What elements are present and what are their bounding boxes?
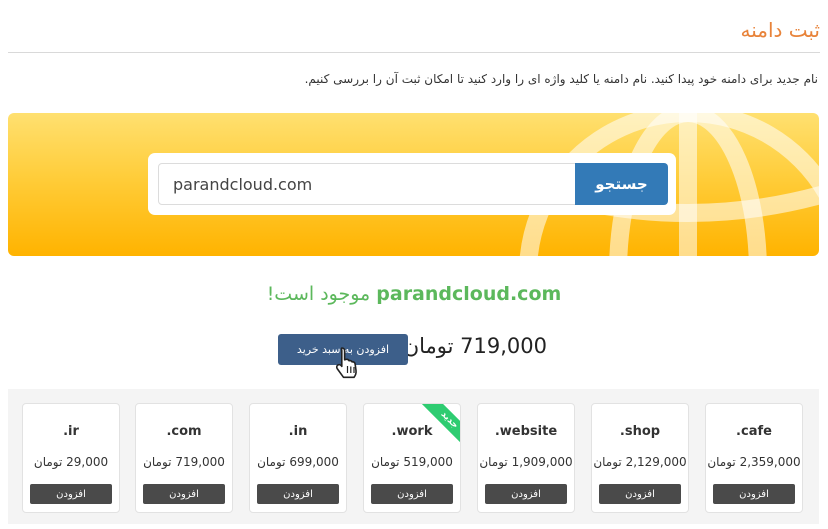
tld-name: .work xyxy=(391,424,433,439)
intro-text: نام جدید برای دامنه خود پیدا کنید. نام د… xyxy=(304,72,818,86)
tld-price: 1,909,000 تومان xyxy=(479,455,573,469)
tld-price: 29,000 تومان xyxy=(33,455,109,469)
tld-card-com: .com 719,000 تومان افزودن xyxy=(135,403,233,513)
tld-add-button-ir[interactable]: افزودن xyxy=(30,484,112,504)
domain-price: 719,000 تومان xyxy=(403,334,547,358)
tld-card-shop: .shop 2,129,000 تومان افزودن xyxy=(591,403,689,513)
tld-card-work: جدید .work 519,000 تومان افزودن xyxy=(363,403,461,513)
search-box: جستجو xyxy=(148,153,676,215)
tld-name: .website xyxy=(494,424,558,439)
tld-card-in: .in 699,000 تومان افزودن xyxy=(249,403,347,513)
page-title: ثبت دامنه xyxy=(740,18,820,42)
tld-price: 2,129,000 تومان xyxy=(593,455,687,469)
tld-name: .shop xyxy=(619,424,661,439)
tld-price: 699,000 تومان xyxy=(257,455,339,469)
search-button[interactable]: جستجو xyxy=(575,163,668,205)
tld-name: .ir xyxy=(63,424,79,439)
tld-add-button-cafe[interactable]: افزودن xyxy=(713,484,795,504)
tld-card-ir: .ir 29,000 تومان افزودن xyxy=(22,403,120,513)
tld-name: .com xyxy=(166,424,202,439)
tld-add-button-com[interactable]: افزودن xyxy=(143,484,225,504)
hand-pointer-icon xyxy=(335,347,357,379)
tld-name: .cafe xyxy=(736,424,772,439)
tld-name: .in xyxy=(288,424,308,439)
tld-card-website: .website 1,909,000 تومان افزودن xyxy=(477,403,575,513)
tld-price: 719,000 تومان xyxy=(143,455,225,469)
tld-price: 519,000 تومان xyxy=(371,455,453,469)
tld-add-button-website[interactable]: افزودن xyxy=(485,484,567,504)
tld-add-button-in[interactable]: افزودن xyxy=(257,484,339,504)
search-banner: جستجو xyxy=(8,113,819,256)
title-divider xyxy=(8,52,820,53)
available-domain: parandcloud.com xyxy=(376,283,562,305)
availability-status: موجود است! xyxy=(266,283,371,305)
tld-add-button-shop[interactable]: افزودن xyxy=(599,484,681,504)
tld-card-cafe: .cafe 2,359,000 تومان افزودن xyxy=(705,403,803,513)
result-price-row: 719,000 تومان افزودن به سبد خرید xyxy=(278,332,553,366)
tld-add-button-work[interactable]: افزودن xyxy=(371,484,453,504)
domain-search-input[interactable] xyxy=(158,163,578,205)
tld-price: 2,359,000 تومان xyxy=(707,455,801,469)
availability-message: parandcloud.com موجود است! xyxy=(0,283,828,305)
tld-suggestions: .ir 29,000 تومان افزودن .com 719,000 توم… xyxy=(8,389,819,524)
